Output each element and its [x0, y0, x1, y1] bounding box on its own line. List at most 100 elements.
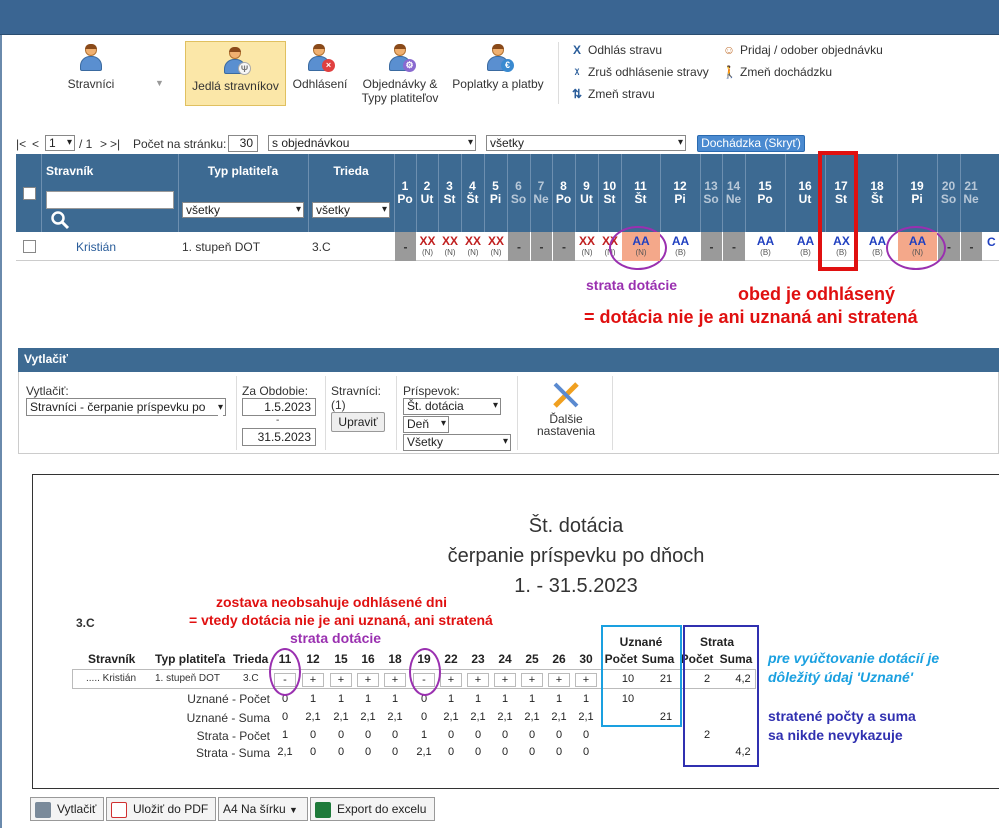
day-cell-value: -	[517, 240, 521, 254]
day-header-21[interactable]: 21 Ne	[960, 180, 982, 206]
action-zmen-stravu[interactable]: ⇅ Zmeň stravu	[570, 87, 655, 101]
day-cell-14[interactable]: -	[723, 232, 745, 261]
scope-select[interactable]: Všetky ▾	[403, 434, 511, 451]
panel-separator	[612, 376, 613, 450]
swap-icon: ⇅	[571, 87, 583, 101]
day-header-12[interactable]: 12 Pi	[660, 180, 700, 206]
attendance-toggle-button[interactable]: Dochádzka (Skryť)	[697, 135, 805, 152]
day-cell-4[interactable]: XX (N)	[462, 232, 484, 261]
toolbar-objednavky-label2: Typy platiteľov	[361, 91, 439, 105]
page-select[interactable]: 1 ▾	[45, 135, 75, 151]
day-cell-5[interactable]: XX (N)	[485, 232, 507, 261]
day-header-20[interactable]: 20 So	[937, 180, 960, 206]
upravit-button[interactable]: Upraviť	[331, 412, 385, 432]
row-checkbox[interactable]	[23, 240, 36, 253]
select-all-checkbox[interactable]	[23, 187, 36, 200]
day-cell-2[interactable]: XX (N)	[417, 232, 438, 261]
report-sum-cell: 0	[337, 729, 345, 741]
action-label: Zmeň dochádzku	[740, 65, 833, 79]
toolbar-poplatky[interactable]: € Poplatky a platby	[450, 42, 546, 102]
action-zmen-dochadzku[interactable]: 🚶 Zmeň dochádzku	[722, 65, 832, 79]
day-cell-3[interactable]: XX (N)	[439, 232, 461, 261]
day-cell-1[interactable]: -	[395, 232, 416, 261]
day-name: St	[603, 192, 616, 206]
day-header-1[interactable]: 1 Po	[394, 180, 416, 206]
day-header-3[interactable]: 3 St	[438, 180, 461, 206]
col-stravnik-header[interactable]: Stravník	[46, 164, 96, 178]
action-zrus-odhlasenie[interactable]: ᵡ Zruš odhlásenie stravy	[570, 65, 709, 79]
report-sum-cell: 2,1	[333, 711, 349, 723]
day-cell-8[interactable]: -	[553, 232, 575, 261]
report-day-header-24: 24	[498, 652, 512, 666]
day-header-6[interactable]: 6 So	[507, 180, 530, 206]
chevron-down-icon[interactable]: ▼	[155, 78, 164, 88]
day-cell-19[interactable]: AA (N)	[898, 232, 937, 261]
toolbar-odhlasenie[interactable]: × Odhlásení	[290, 42, 350, 102]
per-page-input[interactable]: 30	[228, 135, 258, 152]
scope-filter-select[interactable]: všetky ▾	[486, 135, 686, 151]
day-header-15[interactable]: 15 Po	[745, 180, 785, 206]
day-header-2[interactable]: 2 Ut	[416, 180, 438, 206]
toolbar-stravnici[interactable]: Stravníci ▼	[60, 42, 180, 102]
day-header-4[interactable]: 4 Št	[461, 180, 484, 206]
day-header-13[interactable]: 13 So	[700, 180, 722, 206]
report-type-select[interactable]: Stravníci - čerpanie príspevku po ▾	[26, 398, 226, 416]
day-header-5[interactable]: 5 Pi	[484, 180, 507, 206]
row-name-link[interactable]: Kristián	[76, 240, 116, 254]
pager-last[interactable]: >|	[110, 137, 120, 151]
report-sum-cell: 2,1	[387, 711, 403, 723]
date-to-input[interactable]: 31.5.2023	[242, 428, 316, 446]
day-cell-value: XX	[419, 234, 436, 248]
undo-x-icon: ᵡ	[574, 65, 580, 79]
day-cell-15[interactable]: AA (B)	[746, 232, 785, 261]
report-sum-cell: 1	[337, 693, 345, 705]
day-cell-13[interactable]: -	[701, 232, 722, 261]
toolbar-jedla[interactable]: Ψ Jedlá stravníkov	[185, 41, 286, 106]
day-header-7[interactable]: 7 Ne	[530, 180, 552, 206]
order-filter-select[interactable]: s objednávkou ▾	[268, 135, 476, 151]
day-header-14[interactable]: 14 Ne	[722, 180, 745, 206]
day-cell-11[interactable]: AA (N)	[622, 232, 660, 261]
toolbar-objednavky[interactable]: ⚙ Objednávky & Typy platiteľov	[355, 42, 445, 106]
day-header-11[interactable]: 11 Št	[621, 180, 660, 206]
day-header-18[interactable]: 18 Št	[857, 180, 897, 206]
day-cell-6[interactable]: -	[508, 232, 530, 261]
day-name: Ut	[580, 192, 593, 206]
day-cell-9[interactable]: XX (N)	[576, 232, 598, 261]
row-tail-cell[interactable]: C	[987, 235, 996, 249]
toolbar-objednavky-label1: Objednávky &	[362, 77, 438, 91]
prispevok-select[interactable]: Št. dotácia ▾	[403, 398, 501, 415]
export-excel-label: Export do excelu	[337, 802, 427, 816]
action-odhlas-stravu[interactable]: X Odhlás stravu	[570, 43, 662, 57]
pager-next[interactable]: >	[100, 137, 107, 151]
col-typ-header[interactable]: Typ platiteľa	[178, 164, 308, 178]
print-button[interactable]: Vytlačiť	[30, 797, 104, 821]
trieda-filter-select[interactable]: všetky ▾	[312, 202, 390, 218]
day-header-10[interactable]: 10 St	[598, 180, 621, 206]
action-pridaj-objednavku[interactable]: ☺ Pridaj / odober objednávku	[722, 43, 883, 57]
day-cell-21[interactable]: -	[961, 232, 982, 261]
name-search-input[interactable]	[46, 191, 174, 209]
report-day-header-12: 12	[306, 652, 320, 666]
date-from-input[interactable]: 1.5.2023	[242, 398, 316, 416]
day-header-8[interactable]: 8 Po	[552, 180, 575, 206]
day-header-19[interactable]: 19 Pi	[897, 180, 937, 206]
report-sum-cell: 1	[420, 729, 428, 741]
export-excel-button[interactable]: Export do excelu	[310, 797, 435, 821]
save-pdf-button[interactable]: Uložiť do PDF	[106, 797, 216, 821]
report-sum-cell: 2,1	[305, 711, 321, 723]
pager-first[interactable]: |<	[16, 137, 26, 151]
ellipse-report-11-annotation	[269, 648, 301, 696]
typ-filter-select[interactable]: všetky ▾	[182, 202, 304, 218]
day-cell-type: (N)	[467, 248, 479, 257]
dalsie-nastavenia-button[interactable]: Ďalšie nastavenia	[524, 378, 608, 448]
obdobie-label: Za Obdobie:	[242, 384, 309, 398]
search-icon[interactable]	[50, 210, 70, 230]
period-select[interactable]: Deň ▾	[403, 416, 449, 433]
day-header-9[interactable]: 9 Ut	[575, 180, 598, 206]
day-cell-value: AA	[632, 234, 650, 248]
day-cell-7[interactable]: -	[531, 232, 552, 261]
col-trieda-header[interactable]: Trieda	[308, 164, 394, 178]
pager-prev[interactable]: <	[32, 137, 39, 151]
format-button[interactable]: A4 Na šírku ▼	[218, 797, 308, 821]
